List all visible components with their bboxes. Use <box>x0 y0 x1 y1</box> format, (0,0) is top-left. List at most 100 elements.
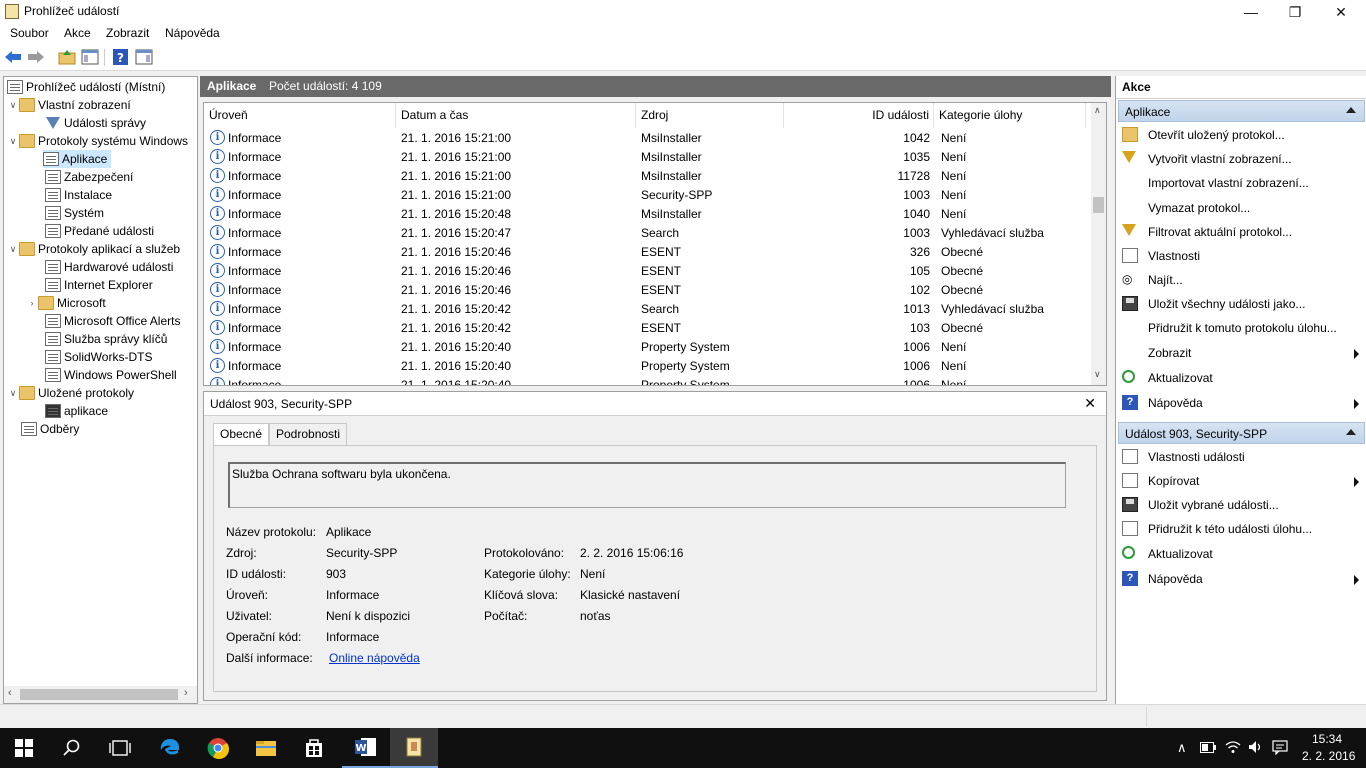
clock-date[interactable]: 2. 2. 2016 <box>1302 749 1355 763</box>
event-row[interactable]: i Informace 21. 1. 2016 15:20:48 MsiInstall… <box>204 205 1090 224</box>
ime-icon[interactable] <box>1272 740 1288 755</box>
tree-internet-explorer[interactable]: Internet Explorer <box>45 276 153 294</box>
col-header-level[interactable]: Úroveň <box>204 103 396 128</box>
tree-key-management[interactable]: Služba správy klíčů <box>45 330 167 348</box>
back-arrow-icon[interactable] <box>4 49 22 65</box>
action-vytvořit-vlastní-zobrazení[interactable]: Vytvořit vlastní zobrazení... <box>1120 148 1363 170</box>
action-kopírovat[interactable]: Kopírovat <box>1120 470 1363 492</box>
action-vlastnosti-události[interactable]: Vlastnosti události <box>1120 446 1363 468</box>
action-najít[interactable]: ◎ Najít... <box>1120 269 1363 291</box>
tree-admin-events[interactable]: Události správy <box>45 114 146 132</box>
action-zobrazit[interactable]: Zobrazit <box>1120 342 1363 364</box>
tab-details[interactable]: Podrobnosti <box>269 423 348 445</box>
tree-system[interactable]: Systém <box>45 204 104 222</box>
col-header-source[interactable]: Zdroj <box>636 103 784 128</box>
taskbar-file-explorer[interactable] <box>242 728 290 768</box>
event-row[interactable]: i Informace 21. 1. 2016 15:20:40 Property S… <box>204 357 1090 376</box>
volume-icon[interactable] <box>1248 740 1264 754</box>
scroll-thumb[interactable] <box>20 689 178 700</box>
scroll-down-icon[interactable]: ∨ <box>1094 369 1101 380</box>
help-icon[interactable]: ? <box>112 49 130 65</box>
tree-app-services-logs[interactable]: ∨ Protokoly aplikací a služeb <box>7 240 180 258</box>
event-row[interactable]: i Informace 21. 1. 2016 15:20:40 Property S… <box>204 376 1090 385</box>
tree-subscriptions[interactable]: Odběry <box>21 420 79 438</box>
taskbar-word[interactable]: W <box>342 728 390 768</box>
list-vscrollbar[interactable]: ∧ ∨ <box>1091 103 1106 385</box>
search-button[interactable] <box>48 728 96 768</box>
action-nápověda[interactable]: ? Nápověda <box>1120 392 1363 414</box>
tree-setup[interactable]: Instalace <box>45 186 112 204</box>
taskbar-edge[interactable] <box>146 728 194 768</box>
task-view-button[interactable] <box>96 728 144 768</box>
col-header-date[interactable]: Datum a čas <box>396 103 636 128</box>
restore-button[interactable]: ❐ <box>1272 0 1318 24</box>
action-přidružit-k-tomuto-protokolu-úlohu[interactable]: Přidružit k tomuto protokolu úlohu... <box>1120 317 1363 339</box>
event-row[interactable]: i Informace 21. 1. 2016 15:20:47 Search 1003… <box>204 224 1090 243</box>
up-folder-icon[interactable] <box>58 49 76 65</box>
tree-saved-app[interactable]: aplikace <box>45 402 108 420</box>
tree-hardware[interactable]: Hardwarové události <box>45 258 173 276</box>
event-row[interactable]: i Informace 21. 1. 2016 15:20:42 ESENT 103 Ob… <box>204 319 1090 338</box>
event-row[interactable]: i Informace 21. 1. 2016 15:20:46 ESENT 326 Ob… <box>204 243 1090 262</box>
action-nápověda[interactable]: ? Nápověda <box>1120 568 1363 590</box>
menu-zobrazit[interactable]: Zobrazit <box>106 26 149 40</box>
scroll-left-icon[interactable]: ‹ <box>8 687 12 699</box>
tree-windows-logs[interactable]: ∨ Protokoly systému Windows <box>7 132 188 150</box>
clock-time[interactable]: 15:34 <box>1312 732 1342 746</box>
menu-napoveda[interactable]: Nápověda <box>165 26 220 40</box>
event-row[interactable]: i Informace 21. 1. 2016 15:21:00 MsiInstall… <box>204 148 1090 167</box>
tree-powershell[interactable]: Windows PowerShell <box>45 366 177 384</box>
event-row[interactable]: i Informace 21. 1. 2016 15:20:42 Search 1013… <box>204 300 1090 319</box>
chevron-down-icon[interactable]: ∨ <box>7 244 19 255</box>
online-help-link[interactable]: Online nápověda <box>329 651 420 665</box>
event-row[interactable]: i Informace 21. 1. 2016 15:20:46 ESENT 102 Ob… <box>204 281 1090 300</box>
tree-microsoft[interactable]: › Microsoft <box>26 294 106 312</box>
tree-root[interactable]: Prohlížeč událostí (Místní) <box>7 78 165 96</box>
action-přidružit-k-této-události-úlohu[interactable]: Přidružit k této události úlohu... <box>1120 518 1363 540</box>
action-otevřít-uložený-protokol[interactable]: Otevřít uložený protokol... <box>1120 124 1363 146</box>
tree-custom-views[interactable]: ∨ Vlastní zobrazení <box>7 96 131 114</box>
event-row[interactable]: i Informace 21. 1. 2016 15:21:00 MsiInstall… <box>204 167 1090 186</box>
show-hide-action-pane-icon[interactable] <box>135 49 153 65</box>
forward-arrow-icon[interactable] <box>27 49 45 65</box>
section-event[interactable]: Událost 903, Security-SPP <box>1118 422 1365 444</box>
section-application[interactable]: Aplikace <box>1118 100 1365 122</box>
menu-soubor[interactable]: Soubor <box>10 26 49 40</box>
action-vlastnosti[interactable]: Vlastnosti <box>1120 245 1363 267</box>
chevron-down-icon[interactable]: ∨ <box>7 136 19 147</box>
taskbar-event-viewer[interactable] <box>390 728 438 768</box>
tree-forwarded[interactable]: Předané události <box>45 222 154 240</box>
menu-akce[interactable]: Akce <box>64 26 91 40</box>
action-aktualizovat[interactable]: Aktualizovat <box>1120 367 1363 389</box>
tab-general[interactable]: Obecné <box>213 423 270 445</box>
tree-security[interactable]: Zabezpečení <box>45 168 133 186</box>
collapse-icon[interactable] <box>1346 429 1356 435</box>
event-row[interactable]: i Informace 21. 1. 2016 15:20:46 ESENT 105 Ob… <box>204 262 1090 281</box>
close-icon[interactable]: ✕ <box>1084 395 1096 412</box>
tree-hscrollbar[interactable]: ‹ › <box>4 686 197 703</box>
action-uložit-všechny-události-jako[interactable]: Uložit všechny události jako... <box>1120 293 1363 315</box>
minimize-button[interactable]: — <box>1228 0 1274 24</box>
col-header-task-category[interactable]: Kategorie úlohy <box>934 103 1086 128</box>
chevron-down-icon[interactable]: ∨ <box>7 388 19 399</box>
action-filtrovat-aktuální-protokol[interactable]: Filtrovat aktuální protokol... <box>1120 221 1363 243</box>
event-row[interactable]: i Informace 21. 1. 2016 15:21:00 MsiInstall… <box>204 129 1090 148</box>
chevron-down-icon[interactable]: ∨ <box>7 100 19 111</box>
show-hide-tree-icon[interactable] <box>81 49 99 65</box>
collapse-icon[interactable] <box>1346 107 1356 113</box>
action-uložit-vybrané-události[interactable]: Uložit vybrané události... <box>1120 494 1363 516</box>
start-button[interactable] <box>0 728 48 768</box>
tree-office-alerts[interactable]: Microsoft Office Alerts <box>45 312 180 330</box>
tree-application[interactable]: Aplikace <box>43 150 112 168</box>
chevron-up-icon[interactable]: ∧ <box>1177 740 1187 756</box>
action-importovat-vlastní-zobrazení[interactable]: Importovat vlastní zobrazení... <box>1120 172 1363 194</box>
close-button[interactable]: ✕ <box>1318 0 1364 24</box>
scroll-right-icon[interactable]: › <box>184 687 188 699</box>
tree-solidworks[interactable]: SolidWorks-DTS <box>45 348 152 366</box>
event-row[interactable]: i Informace 21. 1. 2016 15:20:40 Property S… <box>204 338 1090 357</box>
wifi-icon[interactable] <box>1225 740 1241 754</box>
battery-icon[interactable] <box>1200 742 1216 753</box>
taskbar-store[interactable] <box>290 728 338 768</box>
chevron-right-icon[interactable]: › <box>26 298 38 308</box>
action-vymazat-protokol[interactable]: Vymazat protokol... <box>1120 197 1363 219</box>
